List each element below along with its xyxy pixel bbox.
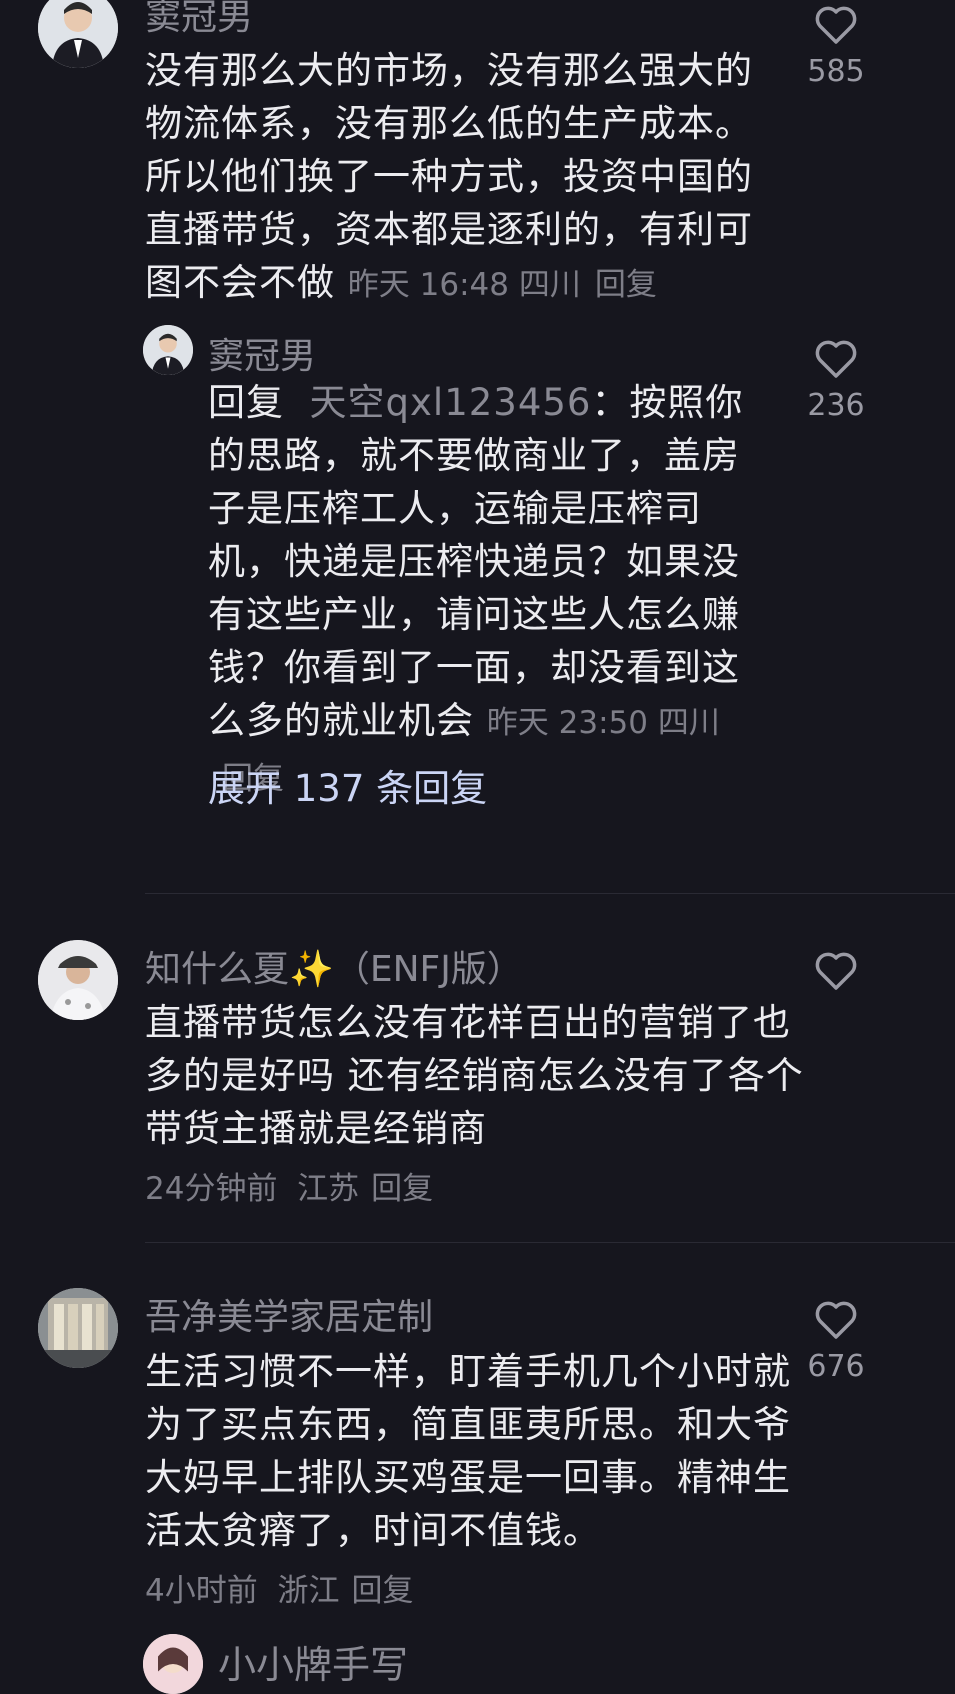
reply-button[interactable]: 回复 [371,1171,433,1207]
reply-button[interactable]: 回复 [595,267,657,303]
like-count: 676 [807,1349,865,1384]
avatar[interactable] [143,1634,203,1694]
avatar[interactable] [38,0,118,68]
like-button[interactable] [791,948,881,1000]
comment-text: 直播带货怎么没有花样百出的营销了也多的是好吗 还有经销商怎么没有了各个带货主播就… [145,1001,804,1150]
heart-icon [815,952,857,990]
like-button[interactable]: 676 [791,1297,881,1384]
reply-button[interactable]: 回复 [351,1573,413,1609]
comment-time: 昨天 16:48 [347,267,509,303]
avatar[interactable] [38,1288,118,1368]
reply-text: 回复 天空qxl123456：按照你的思路，就不要做商业了，盖房子是压榨工人，运… [208,381,744,797]
comment-text: 没有那么大的市场，没有那么强大的物流体系，没有那么低的生产成本。所以他们换了一种… [145,49,753,304]
like-count: 585 [807,54,865,89]
avatar[interactable] [143,325,193,375]
heart-icon [815,340,857,378]
comment-author[interactable]: 窦冠男 [145,0,253,40]
comment-text: 生活习惯不一样，盯着手机几个小时就为了买点东西，简直匪夷所思。和大爷大妈早上排队… [145,1350,791,1552]
comment-meta: 4小时前 浙江 回复 [145,1573,414,1609]
comment-meta: 24分钟前 江苏 回复 [145,1171,434,1207]
comment-location: 四川 [518,267,581,303]
divider [145,893,955,894]
comment-author[interactable]: 吾净美学家居定制 [145,1288,433,1340]
like-button[interactable]: 236 [791,336,881,423]
heart-icon [815,1301,857,1339]
comment-author[interactable]: 知什么夏✨（ENFJ版） [145,940,523,992]
expand-replies-button[interactable]: 展开 137 条回复 [208,758,487,812]
like-count: 236 [807,388,865,423]
avatar[interactable] [38,940,118,1020]
like-button[interactable]: 585 [791,2,881,89]
reply-author[interactable]: 窦冠男 [208,327,316,379]
reply-to-user[interactable]: 天空qxl123456 [310,381,592,424]
comment-author[interactable]: 小小牌手写 [218,1634,408,1689]
heart-icon [815,6,857,44]
divider [145,1242,955,1243]
